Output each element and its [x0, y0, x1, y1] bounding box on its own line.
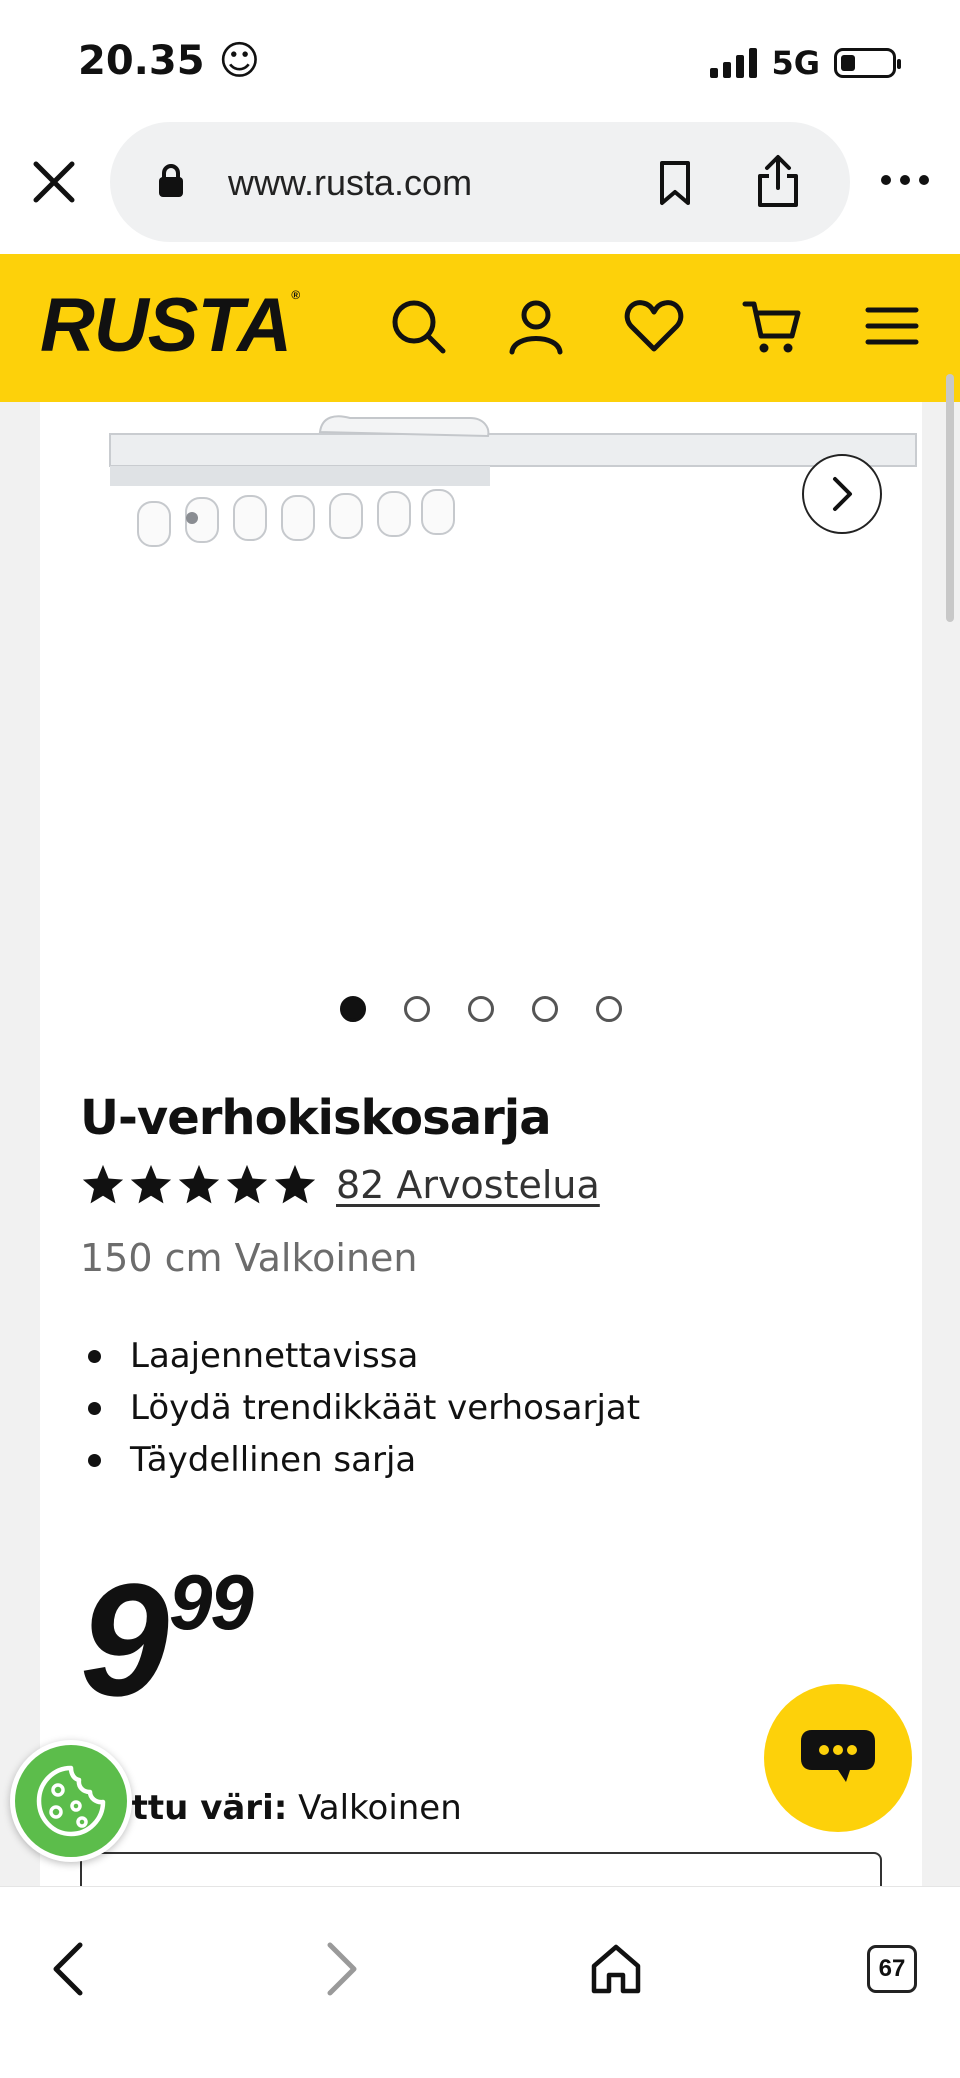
product-title: U-verhokiskosarja	[80, 1090, 552, 1146]
star-icon	[178, 1164, 220, 1204]
pagination-dot[interactable]	[468, 996, 494, 1022]
chat-button[interactable]	[764, 1684, 912, 1832]
pagination-dot[interactable]	[340, 996, 366, 1022]
star-rating	[80, 1162, 318, 1208]
chat-icon	[801, 1730, 875, 1782]
selected-color: ittu väri: Valkoinen	[120, 1788, 462, 1828]
forward-icon	[327, 1942, 357, 1996]
browser-bottom-nav: 67	[0, 1886, 960, 2078]
star-icon	[82, 1164, 124, 1204]
image-pagination	[340, 996, 622, 1022]
bookmark-icon[interactable]	[655, 160, 695, 206]
feature-item: Laajennettavissa	[80, 1330, 640, 1382]
pagination-dot[interactable]	[532, 996, 558, 1022]
more-icon[interactable]	[878, 172, 932, 188]
site-header: RUSTA®	[0, 254, 960, 402]
signal-icon	[710, 48, 758, 78]
forward-button[interactable]	[310, 1937, 374, 2001]
status-indicators: 5G	[710, 44, 901, 82]
battery-icon	[834, 48, 901, 78]
status-time: 20.35 ☺	[78, 38, 261, 84]
share-icon[interactable]	[755, 154, 801, 208]
chevron-right-icon	[833, 477, 852, 511]
browser-toolbar: www.rusta.com	[0, 118, 960, 254]
feature-item: Löydä trendikkäät verhosarjat	[80, 1382, 640, 1434]
address-bar[interactable]: www.rusta.com	[110, 122, 850, 242]
tabs-button[interactable]: 67	[860, 1937, 924, 2001]
star-icon	[130, 1164, 172, 1204]
color-selector[interactable]	[80, 1852, 882, 1886]
tabs-count: 67	[867, 1945, 917, 1993]
back-button[interactable]	[36, 1937, 100, 2001]
pagination-dot[interactable]	[404, 996, 430, 1022]
price-integer: 9	[80, 1550, 169, 1729]
reviews-link[interactable]: 82 Arvostelua	[336, 1163, 600, 1207]
search-icon[interactable]	[388, 296, 448, 356]
star-icon	[274, 1164, 316, 1204]
heart-icon[interactable]	[624, 296, 684, 356]
rusta-logo[interactable]: RUSTA®	[40, 282, 300, 369]
status-bar: 20.35 ☺ 5G	[0, 0, 960, 118]
home-icon	[591, 1944, 641, 1994]
product-image	[100, 410, 920, 570]
scrollbar[interactable]	[946, 374, 954, 622]
price-decimals: 99	[168, 1558, 254, 1646]
next-image-button[interactable]	[802, 454, 882, 534]
cookie-icon	[36, 1765, 106, 1837]
product-rating: 82 Arvostelua	[80, 1162, 600, 1208]
product-card: U-verhokiskosarja 82 Arvostelua 150 cm V…	[40, 402, 922, 1886]
cookie-settings-button[interactable]	[10, 1740, 132, 1862]
network-label: 5G	[771, 44, 820, 82]
feature-list: Laajennettavissa Löydä trendikkäät verho…	[80, 1330, 640, 1486]
back-icon	[53, 1942, 83, 1996]
product-variant: 150 cm Valkoinen	[80, 1236, 418, 1280]
user-icon[interactable]	[506, 296, 566, 356]
product-price: 999	[80, 1558, 254, 1720]
url-text: www.rusta.com	[228, 162, 473, 203]
star-icon	[226, 1164, 268, 1204]
close-icon[interactable]	[28, 156, 80, 208]
menu-icon[interactable]	[862, 296, 922, 356]
lock-icon	[159, 164, 183, 197]
feature-item: Täydellinen sarja	[80, 1434, 640, 1486]
cart-icon[interactable]	[742, 296, 802, 356]
pagination-dot[interactable]	[596, 996, 622, 1022]
home-button[interactable]	[584, 1937, 648, 2001]
